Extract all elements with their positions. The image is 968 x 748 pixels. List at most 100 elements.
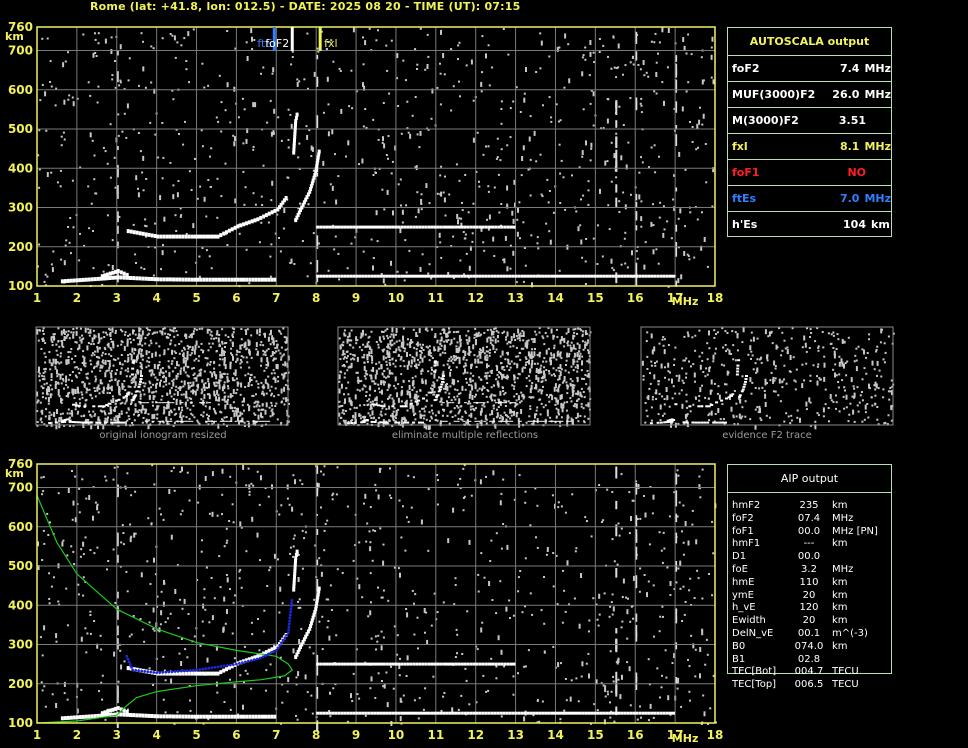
noise-dot	[532, 338, 535, 341]
noise-dot	[467, 352, 470, 355]
noise-dot	[160, 398, 163, 401]
noise-dot	[838, 355, 841, 358]
noise-dot	[785, 382, 788, 385]
noise-dot	[261, 403, 264, 406]
noise-dot	[756, 337, 759, 340]
noise-dot	[409, 393, 412, 399]
noise-dot	[650, 419, 653, 422]
noise-dot	[226, 400, 229, 406]
noise-dot	[443, 409, 445, 412]
noise-dot	[469, 402, 472, 405]
noise-dot	[417, 402, 420, 405]
noise-dot	[65, 239, 68, 242]
noise-dot	[853, 387, 856, 390]
noise-dot	[420, 370, 423, 373]
noise-dot	[180, 340, 183, 343]
noise-dot	[147, 413, 150, 416]
second-hop-f-trace	[498, 402, 501, 404]
noise-dot	[473, 354, 476, 357]
noise-dot	[437, 346, 440, 352]
f2-ordinary-trace	[270, 210, 274, 215]
noise-dot	[233, 412, 236, 418]
second-hop-trace	[451, 274, 455, 278]
noise-dot	[534, 413, 536, 419]
noise-dot	[310, 155, 313, 158]
noise-dot	[213, 390, 216, 396]
noise-dot	[529, 194, 532, 197]
noise-dot	[841, 379, 844, 382]
second-hop-f-trace	[162, 402, 165, 404]
noise-dot	[701, 384, 703, 387]
noise-dot	[265, 363, 268, 366]
noise-dot	[814, 420, 817, 423]
noise-dot	[87, 328, 90, 331]
noise-dot	[770, 330, 773, 333]
noise-dot	[258, 241, 261, 244]
noise-dot	[280, 358, 283, 361]
noise-dot	[196, 374, 199, 377]
noise-dot	[41, 83, 44, 86]
noise-dot	[439, 347, 442, 350]
noise-dot	[714, 347, 717, 350]
noise-dot	[579, 224, 582, 227]
noise-dot	[677, 379, 680, 382]
noise-dot	[219, 586, 222, 589]
noise-dot	[67, 359, 70, 365]
noise-dot	[357, 378, 360, 384]
noise-dot	[465, 252, 468, 255]
noise-dot	[73, 361, 76, 364]
noise-dot	[270, 131, 273, 137]
noise-dot	[270, 401, 273, 404]
noise-dot	[216, 330, 219, 336]
noise-dot	[392, 351, 395, 354]
second-hop-trace	[178, 420, 182, 422]
noise-dot	[191, 367, 194, 370]
noise-dot	[784, 347, 787, 350]
noise-dot	[486, 218, 488, 221]
noise-dot	[693, 372, 696, 378]
noise-dot	[372, 174, 375, 176]
second-hop-trace	[184, 420, 188, 422]
noise-dot	[127, 356, 130, 362]
second-hop-trace	[412, 274, 416, 278]
noise-dot	[588, 74, 591, 77]
noise-dot	[160, 379, 162, 382]
noise-dot	[363, 365, 366, 371]
noise-dot	[706, 265, 709, 268]
noise-dot	[684, 168, 687, 171]
noise-dot	[181, 409, 184, 412]
noise-dot	[400, 419, 403, 425]
es-trace	[251, 277, 255, 282]
noise-dot	[474, 358, 477, 364]
noise-dot	[882, 396, 885, 399]
noise-dot	[545, 349, 548, 355]
noise-dot	[382, 278, 385, 284]
es-trace	[403, 421, 407, 424]
noise-dot	[576, 360, 579, 363]
noise-dot	[606, 160, 609, 163]
noise-dot	[349, 344, 352, 347]
second-hop-f-trace	[168, 402, 172, 404]
second-hop-f-trace	[370, 225, 373, 229]
noise-dot	[89, 359, 92, 362]
noise-dot	[72, 328, 75, 330]
f2-ordinary-trace	[256, 217, 260, 222]
noise-dot	[537, 377, 540, 383]
noise-dot	[392, 333, 395, 339]
noise-dot	[141, 330, 144, 336]
f2-ordinary-trace	[236, 224, 240, 229]
noise-dot	[89, 414, 92, 417]
noise-dot	[883, 342, 886, 345]
noise-dot	[399, 228, 402, 234]
second-hop-trace	[498, 420, 502, 422]
noise-dot	[555, 328, 558, 331]
noise-dot	[153, 363, 156, 369]
noise-dot	[115, 369, 118, 372]
noise-dot	[602, 44, 605, 47]
noise-dot	[327, 131, 330, 137]
noise-dot	[254, 400, 257, 403]
noise-dot	[119, 371, 122, 373]
noise-dot	[140, 408, 143, 411]
noise-dot	[515, 346, 518, 349]
noise-dot	[400, 204, 402, 207]
